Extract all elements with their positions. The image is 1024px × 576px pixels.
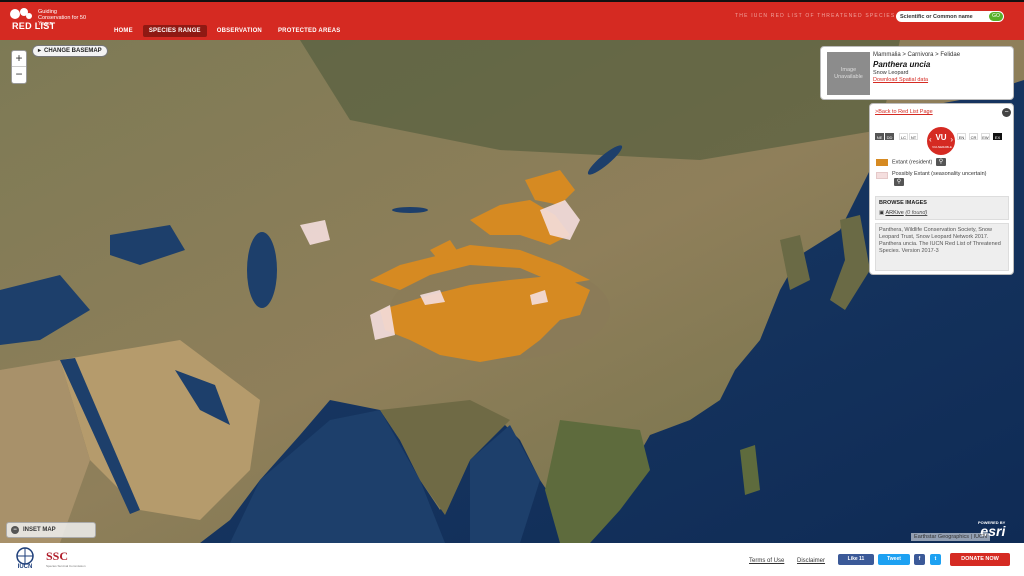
- species-scientific-name: Panthera uncia: [873, 60, 931, 69]
- red-list-blob-icon: [10, 8, 32, 19]
- terms-of-use-link[interactable]: Terms of Use: [749, 558, 784, 564]
- legend-label-possibly-extant: Possibly Extant (seasonality uncertain): [892, 171, 987, 177]
- zoom-in-button[interactable]: +: [12, 51, 26, 67]
- legend-possibly-extant: Possibly Extant (seasonality uncertain) …: [876, 171, 992, 186]
- main-nav: HOME SPECIES RANGE OBSERVATION PROTECTED…: [108, 25, 346, 37]
- header-bar: RED LIST Guiding Conservation for 50 Yea…: [0, 0, 1024, 40]
- search-icon[interactable]: ⚲: [894, 178, 904, 186]
- iucn-logo[interactable]: IUCN: [12, 547, 38, 573]
- facebook-like-button[interactable]: Like 11: [838, 554, 874, 565]
- species-common-name: Snow Leopard: [873, 70, 909, 76]
- legend-extant: Extant (resident) ⚲: [876, 158, 946, 166]
- category-dd: DD: [885, 133, 894, 140]
- footer: IUCN SSC Species Survival Commission Ter…: [0, 543, 1024, 576]
- search-icon[interactable]: ⚲: [935, 158, 946, 166]
- red-list-logo[interactable]: RED LIST Guiding Conservation for 50 Yea…: [8, 5, 98, 39]
- facebook-icon[interactable]: f: [914, 554, 925, 565]
- search-go-button[interactable]: GO: [989, 12, 1003, 21]
- selected-category-badge: ‹ VU › VULNERABLE: [926, 126, 956, 156]
- chevron-left-icon[interactable]: ‹: [929, 135, 932, 144]
- zoom-out-button[interactable]: −: [12, 67, 26, 83]
- legend-swatch-possibly-extant: [876, 172, 888, 179]
- download-spatial-data-link[interactable]: Download Spatial data: [873, 77, 928, 83]
- twitter-icon[interactable]: t: [930, 554, 941, 565]
- disclaimer-link[interactable]: Disclaimer: [797, 558, 825, 564]
- citation-text: Panthera, Wildlife Conservation Society,…: [875, 223, 1009, 271]
- species-card: Image Unavailable Mammalia > Carnivora >…: [820, 46, 1014, 100]
- selected-category-code: VU: [935, 133, 947, 142]
- species-image-placeholder: Image Unavailable: [827, 52, 870, 95]
- logo-tagline: Guiding Conservation for 50 Years: [38, 9, 86, 27]
- browse-images-title: BROWSE IMAGES: [879, 200, 927, 206]
- minus-circle-icon: −: [11, 526, 19, 534]
- inset-map-button[interactable]: − INSET MAP: [6, 522, 96, 538]
- change-basemap-button[interactable]: ▸ CHANGE BASEMAP: [32, 45, 108, 57]
- twitter-tweet-button[interactable]: Tweet: [878, 554, 910, 565]
- nav-species-range[interactable]: SPECIES RANGE: [142, 25, 207, 37]
- back-to-red-list-link[interactable]: >Back to Red List Page: [875, 109, 933, 115]
- legend-swatch-extant: [876, 159, 888, 166]
- category-cr: CR: [969, 133, 978, 140]
- panel-close-icon[interactable]: −: [1002, 108, 1011, 117]
- caspian-sea: [247, 232, 277, 308]
- category-ne: NE: [875, 133, 884, 140]
- iucn-text: IUCN: [17, 564, 33, 570]
- ssc-subtitle: Species Survival Commission: [46, 564, 86, 568]
- ssc-text: SSC: [46, 549, 69, 563]
- selected-category-full: VULNERABLE: [932, 145, 952, 149]
- chevron-right-icon[interactable]: ›: [950, 135, 953, 144]
- map-attribution: Earthstar Geographics | IUCN: [911, 533, 990, 541]
- browse-images-box: BROWSE IMAGES ▣ ARKive (0 found): [875, 196, 1009, 220]
- iucn-globe-icon: [16, 547, 34, 565]
- category-ew: EW: [981, 133, 990, 140]
- play-icon: ▸: [38, 48, 42, 54]
- image-icon: ▣: [879, 210, 885, 216]
- species-taxonomy: Mammalia > Carnivora > Felidae: [873, 52, 961, 58]
- zoom-control: + −: [11, 50, 27, 84]
- legend-label-extant: Extant (resident): [892, 159, 933, 166]
- lake-balkhash: [392, 207, 428, 213]
- category-ex: EX: [993, 133, 1002, 140]
- category-nt: NT: [909, 133, 918, 140]
- app: RED LIST Guiding Conservation for 50 Yea…: [0, 0, 1024, 576]
- category-en: EN: [957, 133, 966, 140]
- change-basemap-label: CHANGE BASEMAP: [44, 48, 102, 54]
- site-title: THE IUCN RED LIST OF THREATENED SPECIES: [735, 13, 896, 19]
- nav-home[interactable]: HOME: [108, 25, 139, 37]
- search-input[interactable]: [900, 12, 986, 21]
- donate-button[interactable]: DONATE NOW: [950, 553, 1010, 566]
- arkive-count: (0 found): [905, 210, 928, 216]
- ssc-logo[interactable]: SSC Species Survival Commission: [46, 549, 86, 571]
- category-lc: LC: [899, 133, 908, 140]
- search-box: GO: [896, 11, 1004, 22]
- inset-map-label: INSET MAP: [23, 527, 56, 533]
- arkive-link[interactable]: ARKive: [885, 210, 903, 216]
- nav-observation[interactable]: OBSERVATION: [211, 25, 268, 37]
- nav-protected-areas[interactable]: PROTECTED AREAS: [272, 25, 346, 37]
